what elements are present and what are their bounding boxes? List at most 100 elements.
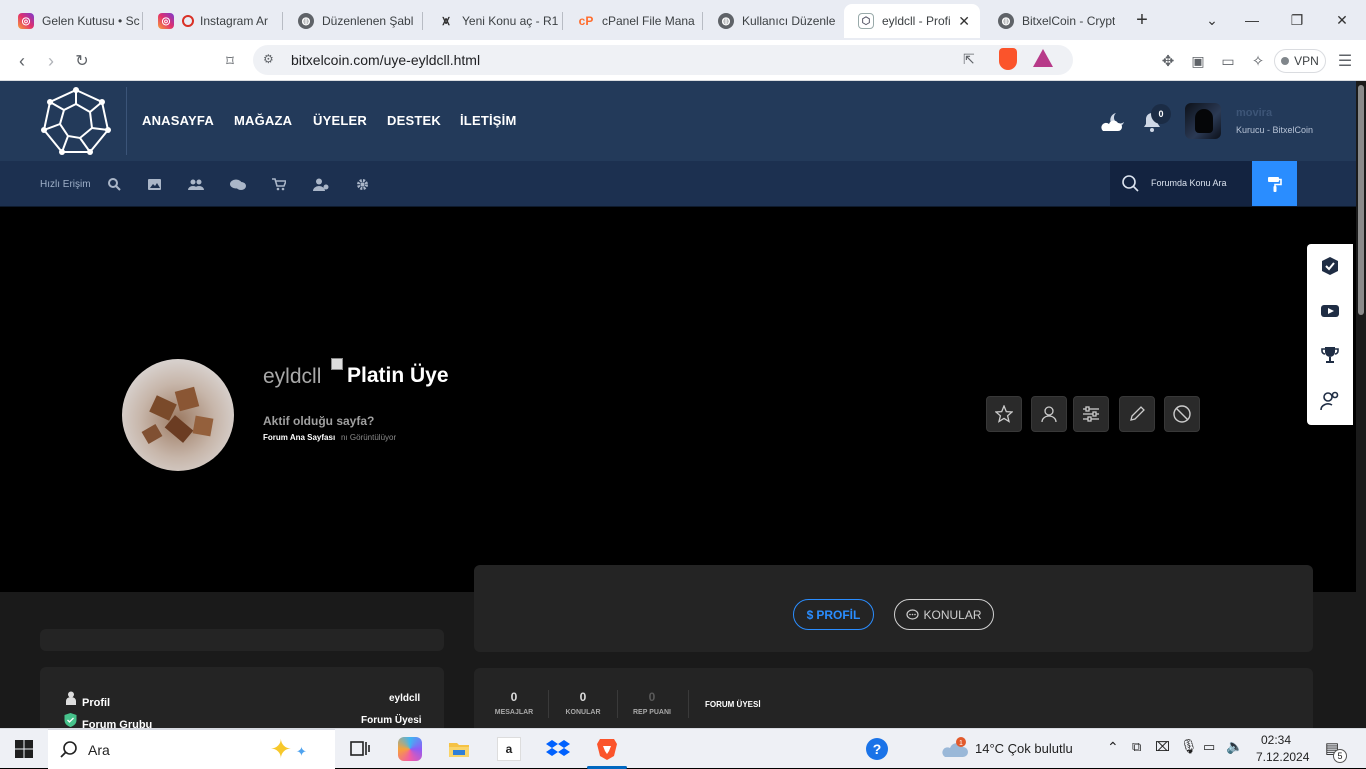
tab-profile[interactable]: $ PROFİL	[793, 599, 874, 630]
nav-anasayfa[interactable]: ANASAYFA	[142, 113, 214, 128]
brave-rewards-icon[interactable]	[1033, 49, 1053, 67]
ban-button[interactable]	[1164, 396, 1200, 432]
paint-roller-icon	[1267, 176, 1282, 192]
camera-tray-icon[interactable]: ⧉	[1132, 739, 1141, 755]
clock-date[interactable]: 7.12.2024	[1256, 750, 1309, 764]
site-settings-icon[interactable]: ⚙	[263, 52, 274, 66]
tab-instagram[interactable]: ◎ Instagram Ar	[144, 4, 278, 38]
verified-badge-icon[interactable]	[1320, 256, 1340, 276]
settings-button[interactable]	[1073, 396, 1109, 432]
forum-search-field[interactable]: Forumda Konu Ara	[1110, 161, 1252, 206]
comment-icon	[906, 608, 920, 620]
sparkle-icon: ✦	[296, 744, 307, 759]
microphone-icon[interactable]: 🎙	[1180, 738, 1198, 755]
edit-button[interactable]	[1119, 396, 1155, 432]
tab-duzenlenen[interactable]: ◍ Düzenlenen Şabl	[284, 4, 420, 38]
tab-separator	[422, 12, 423, 30]
search-icon[interactable]	[108, 178, 121, 191]
user-settings-icon[interactable]	[313, 178, 329, 191]
active-page-link[interactable]: Forum Ana Sayfası	[263, 433, 335, 442]
network-icon[interactable]: ▭	[1203, 739, 1215, 755]
cart-icon[interactable]	[272, 178, 286, 191]
amazon-icon[interactable]: a	[497, 737, 521, 761]
nav-uyeler[interactable]: ÜYELER	[313, 113, 367, 128]
stat-messages-label: MESAJLAR	[494, 709, 534, 716]
minimize-icon[interactable]: —	[1240, 8, 1264, 32]
vpn-button[interactable]: VPN	[1274, 49, 1326, 73]
rank-image-alt: Platin Üye	[347, 364, 449, 387]
copilot-icon[interactable]	[398, 737, 422, 761]
users-icon[interactable]	[188, 179, 204, 190]
globe-icon: ◍	[298, 13, 314, 29]
tab-profile-active[interactable]: ⬡ eyldcll - Profi ✕	[844, 4, 980, 38]
quick-access-label: Hızlı Erişim	[40, 179, 91, 190]
tab-bitxelcoin[interactable]: ◍ BitxelCoin - Crypt	[984, 4, 1120, 38]
bitxel-logo[interactable]	[40, 86, 112, 158]
task-view-icon[interactable]	[348, 737, 372, 761]
tab-topics[interactable]: KONULAR	[894, 599, 994, 630]
user-cog-icon[interactable]	[1320, 391, 1340, 411]
vpn-status-icon	[1281, 57, 1290, 65]
forward-icon[interactable]: ›	[38, 48, 64, 74]
dropbox-icon[interactable]	[546, 737, 570, 761]
weather-cloud-icon[interactable]: 1	[940, 737, 970, 761]
chat-icon[interactable]	[230, 179, 246, 191]
windows-start-icon[interactable]	[12, 737, 36, 761]
back-icon[interactable]: ‹	[9, 48, 35, 74]
nav-magaza[interactable]: MAĞAZA	[234, 113, 292, 128]
close-tab-icon[interactable]: ✕	[958, 13, 970, 30]
nav-iletisim[interactable]: İLETİŞİM	[460, 113, 517, 128]
avatar-figure	[1195, 109, 1213, 133]
file-explorer-icon[interactable]	[447, 737, 471, 761]
clock-time[interactable]: 02:34	[1261, 733, 1291, 747]
quick-access-bar: Hızlı Erişim Forumda Konu Ara	[0, 161, 1366, 207]
tab-separator	[282, 12, 283, 30]
tray-chevron-icon[interactable]: ⌃	[1107, 739, 1119, 756]
active-page-title: Aktif olduğu sayfa?	[263, 414, 375, 428]
weather-text[interactable]: 14°C Çok bulutlu	[975, 741, 1073, 756]
stat-divider	[617, 690, 618, 718]
follow-button[interactable]	[1031, 396, 1067, 432]
wallet-icon[interactable]: ▭	[1215, 48, 1241, 74]
stat-messages: 0 MESAJLAR	[492, 690, 536, 716]
gear-icon[interactable]	[356, 178, 369, 191]
close-window-icon[interactable]: ✕	[1330, 8, 1354, 32]
brave-browser-icon[interactable]	[595, 737, 619, 761]
sidebar-header-panel	[40, 629, 444, 651]
tab-gelen-kutusu[interactable]: ◎ Gelen Kutusu • Sc	[4, 4, 140, 38]
share-icon[interactable]: ⇱	[963, 51, 975, 68]
input-tray-icon[interactable]: ⌧	[1155, 739, 1170, 755]
tab-cpanel[interactable]: cP cPanel File Mana	[564, 4, 700, 38]
theme-toggle-icon[interactable]	[1100, 111, 1128, 133]
favorite-button[interactable]	[986, 396, 1022, 432]
user-avatar[interactable]	[1185, 103, 1221, 139]
globe-icon: ◍	[998, 13, 1014, 29]
trophy-icon[interactable]	[1320, 345, 1340, 365]
reload-icon[interactable]: ↻	[69, 48, 95, 74]
menu-icon[interactable]: ☰	[1332, 48, 1358, 74]
brave-shields-icon[interactable]	[999, 48, 1017, 70]
profile-avatar[interactable]	[122, 359, 234, 471]
profile-username: eyldcll	[263, 365, 322, 388]
image-icon[interactable]	[148, 179, 161, 190]
page-scrollbar[interactable]	[1356, 81, 1366, 728]
extensions-icon[interactable]: ✥	[1155, 48, 1181, 74]
maximize-icon[interactable]: ❐	[1285, 8, 1309, 32]
paint-roller-button[interactable]	[1252, 161, 1297, 206]
taskbar-search-box[interactable]: Ara ✦ ✦	[48, 729, 335, 769]
help-icon[interactable]: ?	[866, 738, 888, 760]
leo-ai-icon[interactable]: ✧	[1245, 48, 1271, 74]
nav-destek[interactable]: DESTEK	[387, 113, 441, 128]
volume-icon[interactable]: 🔈	[1226, 738, 1243, 755]
url-field[interactable]: ⚙ bitxelcoin.com/uye-eyldcll.html ⇱	[253, 45, 1073, 75]
tab-yeni-konu[interactable]: ⩙ Yeni Konu aç - R1	[424, 4, 560, 38]
scrollbar-thumb[interactable]	[1358, 85, 1364, 315]
youtube-icon[interactable]	[1320, 301, 1340, 321]
stat-divider	[548, 690, 549, 718]
tab-search-chevron-icon[interactable]: ⌄	[1200, 8, 1224, 32]
bookmark-icon[interactable]: ⌑	[217, 48, 243, 74]
sidebar-toggle-icon[interactable]: ▣	[1185, 48, 1211, 74]
new-tab-icon[interactable]: +	[1130, 8, 1154, 32]
tab-kullanici[interactable]: ◍ Kullanıcı Düzenle	[704, 4, 840, 38]
user-name[interactable]: movira	[1236, 107, 1272, 119]
